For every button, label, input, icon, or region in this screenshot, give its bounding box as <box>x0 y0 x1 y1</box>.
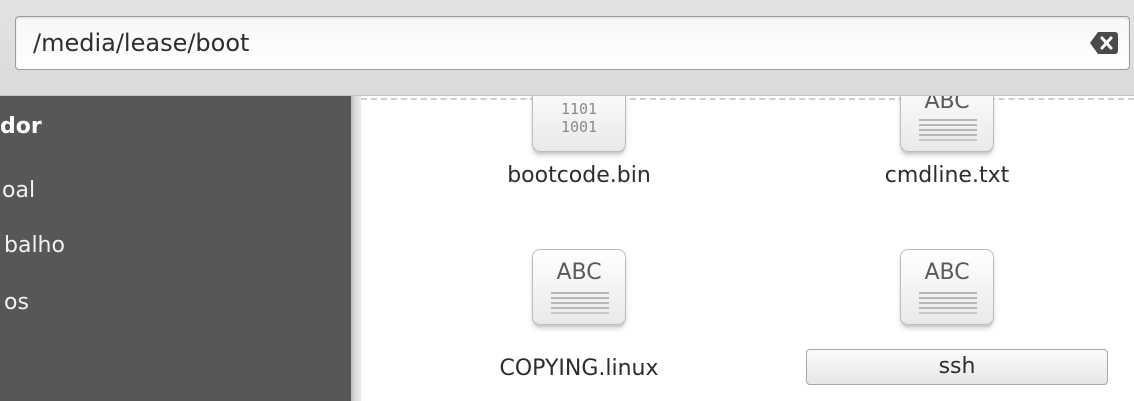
text-file-icon: ABC <box>532 249 626 325</box>
file-item-ssh[interactable]: ABC ssh <box>802 249 1108 389</box>
file-name: cmdline.txt <box>884 163 1010 188</box>
sidebar-item[interactable]: oal <box>2 177 35 205</box>
file-name-editing[interactable]: ssh <box>806 349 1108 385</box>
clear-location-icon[interactable] <box>1089 30 1119 56</box>
file-name: COPYING.linux <box>499 356 659 381</box>
sidebar-item[interactable]: os <box>4 289 29 317</box>
file-name: bootcode.bin <box>507 163 651 188</box>
sidebar-item[interactable]: balho <box>4 232 65 260</box>
pane-divider[interactable] <box>351 96 361 401</box>
binary-file-icon: 0100 1101 1001 <box>532 96 626 152</box>
file-view[interactable]: 0100 1101 1001 bootcode.bin ABC cmdline.… <box>361 96 1134 401</box>
file-item-cmdline[interactable]: ABC cmdline.txt <box>802 96 1092 216</box>
text-file-icon: ABC <box>900 249 994 325</box>
location-bar[interactable]: /media/lease/boot <box>15 16 1130 70</box>
places-sidebar: dor oal balho os <box>0 96 351 401</box>
location-path-text[interactable]: /media/lease/boot <box>33 27 249 59</box>
file-item-bootcode[interactable]: 0100 1101 1001 bootcode.bin <box>434 96 724 216</box>
file-item-copying[interactable]: ABC COPYING.linux <box>434 249 724 389</box>
location-toolbar: /media/lease/boot <box>0 0 1134 96</box>
sidebar-heading: dor <box>0 114 42 139</box>
text-file-icon: ABC <box>900 96 994 152</box>
